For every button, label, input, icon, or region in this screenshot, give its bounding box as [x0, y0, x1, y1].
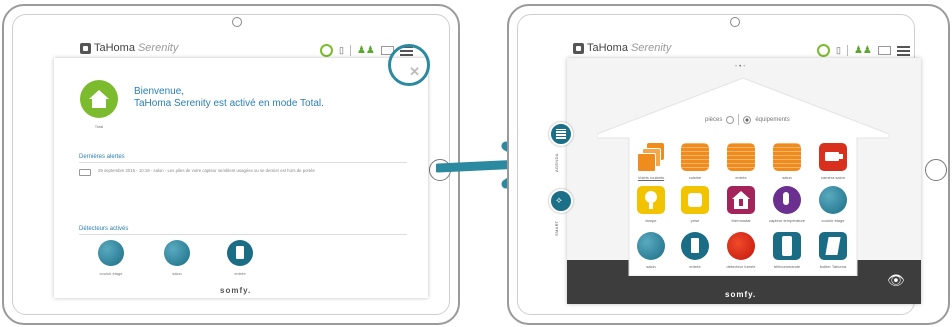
radio-devices[interactable] — [743, 115, 752, 124]
users-icon[interactable]: ♟♟ — [854, 45, 872, 56]
app-bar-icons: ▯ ♟♟ — [817, 44, 910, 57]
calendar-icon — [556, 129, 566, 139]
right-tablet: TaHoma Serenity ▯ ♟♟ ••• somfy. 👁 pièces … — [507, 4, 950, 325]
alarm-status-icon[interactable] — [320, 44, 333, 57]
share-icon: ⟡ — [556, 195, 562, 205]
lamp-icon[interactable] — [637, 186, 665, 214]
smoke-detector-icon[interactable] — [727, 232, 755, 260]
device-label: prise — [690, 218, 700, 223]
device-label: Volets roulants — [637, 175, 665, 180]
shutter-entree-icon[interactable] — [727, 143, 755, 171]
shutter-salon-icon[interactable] — [773, 143, 801, 171]
brand-name: TaHoma — [587, 42, 628, 54]
motion-sensor-couloir-icon[interactable] — [819, 186, 847, 214]
battery-icon[interactable]: ▯ — [836, 45, 841, 56]
brand-suffix: Serenity — [630, 42, 672, 54]
device-label: caméra salon — [820, 175, 845, 180]
device-label: télécommande — [773, 264, 801, 269]
detector-label: entrée — [234, 271, 246, 276]
divider — [738, 114, 740, 125]
remote-control-icon[interactable] — [773, 232, 801, 260]
thermostat-icon[interactable] — [727, 186, 755, 214]
radio-rooms[interactable] — [726, 115, 735, 124]
mode-total-icon — [80, 80, 118, 118]
left-tablet: TaHoma Serenity ▯ ♟♟ ✕ Total Bienvenue, T… — [2, 4, 460, 325]
smart-label: SMART — [554, 220, 559, 236]
plug-icon[interactable] — [681, 186, 709, 214]
welcome-text: TaHoma Serenity est activé en mode Total… — [134, 98, 324, 109]
alarm-status-icon[interactable] — [817, 44, 830, 57]
somfy-logo: somfy. — [725, 290, 757, 299]
device-label: entrée — [735, 175, 747, 180]
detector-couloir-etage[interactable] — [98, 240, 124, 266]
toggle-rooms-label[interactable]: pièces — [705, 117, 722, 123]
device-label: entrée — [689, 264, 701, 269]
temperature-sensor-icon[interactable] — [773, 186, 801, 214]
device-label: boitier Tahoma — [819, 264, 847, 269]
page-dots: ••• — [735, 64, 748, 70]
device-label: lampe — [645, 218, 657, 223]
home-button[interactable] — [925, 159, 947, 181]
device-label: capteur température — [768, 218, 806, 223]
detector-label: couloir étage — [99, 271, 123, 276]
divider — [79, 162, 407, 163]
detector-salon[interactable] — [164, 240, 190, 266]
toggle-devices-label[interactable]: équipements — [755, 117, 789, 123]
brand-suffix: Serenity — [137, 42, 179, 54]
somfy-logo: somfy. — [220, 286, 252, 295]
door-sensor-entree-icon[interactable] — [681, 232, 709, 260]
close-highlight-ring — [388, 44, 430, 86]
alerts-title: Dernières alertes — [79, 154, 125, 160]
view-toggle: pièces équipements — [705, 114, 790, 125]
users-icon[interactable]: ♟♟ — [357, 45, 375, 56]
mail-icon[interactable] — [877, 46, 891, 55]
divider — [349, 45, 351, 56]
device-label: détecteur fumée — [726, 264, 756, 269]
agenda-button[interactable] — [549, 122, 573, 146]
device-label: thermostat — [731, 218, 751, 223]
shutter-cuisine-icon[interactable] — [681, 143, 709, 171]
welcome-panel: ✕ Total Bienvenue, TaHoma Serenity est a… — [54, 58, 428, 298]
battery-icon[interactable]: ▯ — [339, 45, 344, 56]
alert-text[interactable]: 29 septembre 2015 - 10:19 - salon - Les … — [98, 168, 315, 173]
divider — [846, 45, 848, 56]
menu-icon[interactable] — [896, 45, 910, 56]
device-label: couloir étage — [821, 218, 845, 223]
mode-label: Total — [94, 124, 104, 129]
brand-name: TaHoma — [94, 42, 135, 54]
house-logo-icon — [573, 42, 584, 54]
device-label: salon — [782, 175, 792, 180]
app-logo: TaHoma Serenity — [573, 42, 671, 54]
welcome-title: Bienvenue, — [134, 86, 185, 97]
detectors-title: Détecteurs activés — [79, 226, 129, 232]
battery-alert-icon — [79, 169, 91, 176]
device-label: cuisine — [688, 175, 702, 180]
house-logo-icon — [80, 42, 91, 54]
motion-sensor-salon-icon[interactable] — [637, 232, 665, 260]
camera-salon-icon[interactable] — [819, 143, 847, 171]
detector-label: salon — [172, 271, 182, 276]
smart-button[interactable]: ⟡ — [549, 189, 573, 213]
divider — [79, 234, 407, 235]
device-label: salon — [646, 264, 656, 269]
tahoma-box-icon[interactable] — [819, 232, 847, 260]
camera-icon — [730, 17, 740, 27]
door-sensor-icon — [236, 246, 244, 259]
agenda-label: AGENDA — [554, 153, 559, 172]
roller-shutters-group-icon[interactable] — [637, 143, 665, 172]
eye-icon[interactable]: 👁 — [887, 272, 905, 289]
camera-icon — [232, 17, 242, 27]
app-logo: TaHoma Serenity — [80, 42, 178, 54]
detector-entree[interactable] — [227, 240, 253, 266]
